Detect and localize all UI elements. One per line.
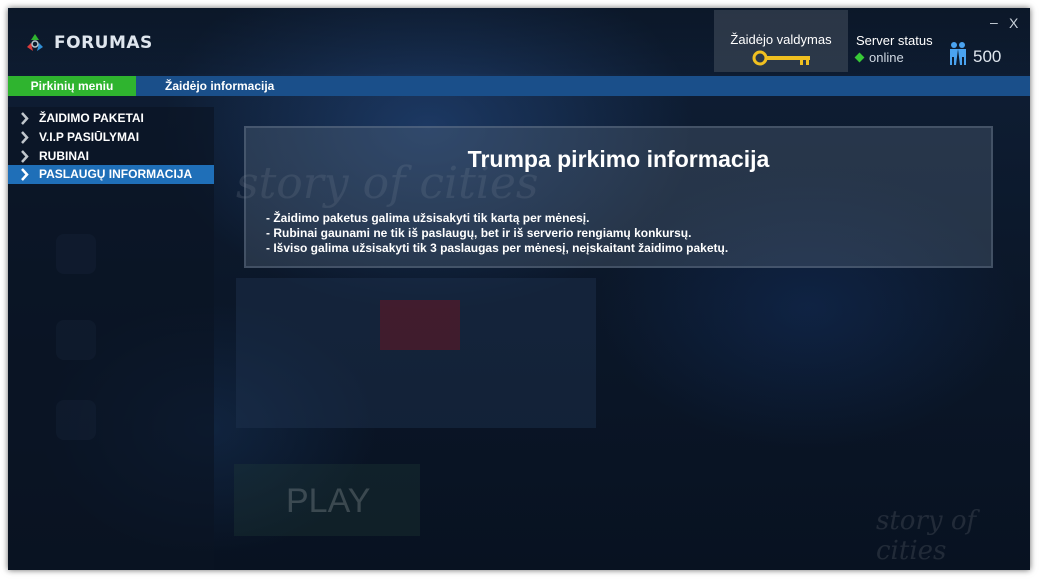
recycle-logo-icon xyxy=(27,34,43,51)
server-status-indicator: online xyxy=(854,50,904,65)
tab-purchase-menu[interactable]: Pirkinių meniu xyxy=(8,76,136,96)
info-line: - Rubinai gaunami ne tik iš paslaugų, be… xyxy=(266,226,692,240)
sidebar-item-label: ŽAIDIMO PAKETAI xyxy=(39,111,144,125)
player-control-label: Žaidėjo valdymas xyxy=(730,32,832,47)
background-play-text-decoration: PLAY xyxy=(286,482,371,520)
players-icon xyxy=(950,42,966,65)
sidebar-item-rubies[interactable]: RUBINAI xyxy=(8,147,214,166)
sidebar-item-label: RUBINAI xyxy=(39,149,89,163)
sidebar-item-game-packages[interactable]: ŽAIDIMO PAKETAI xyxy=(8,109,214,128)
players-count: 500 xyxy=(973,47,1002,66)
sidebar-item-services-info[interactable]: PASLAUGŲ INFORMACIJA xyxy=(8,165,214,184)
launcher-window: story of cities PLAY story of cities FOR… xyxy=(8,8,1030,570)
minimize-button[interactable]: – xyxy=(990,14,998,30)
chevron-right-icon xyxy=(21,131,29,144)
sidebar-item-label: PASLAUGŲ INFORMACIJA xyxy=(39,167,193,181)
info-panel: Trumpa pirkimo informacija - Žaidimo pak… xyxy=(244,126,993,268)
server-status-value: online xyxy=(869,50,904,65)
info-line: - Žaidimo paketus galima užsisakyti tik … xyxy=(266,211,590,225)
chevron-right-icon xyxy=(21,150,29,163)
tab-player-info[interactable]: Žaidėjo informacija xyxy=(165,76,274,96)
key-icon xyxy=(752,50,810,66)
player-control-button[interactable]: Žaidėjo valdymas xyxy=(714,10,848,72)
chevron-right-icon xyxy=(21,168,29,181)
app-logo: FORUMAS xyxy=(24,32,153,54)
status-dot-icon xyxy=(854,52,865,63)
server-status-label: Server status xyxy=(856,33,933,48)
background-footer-logo-decoration: story of cities xyxy=(876,506,977,566)
info-line: - Išviso galima užsisakyti tik 3 paslaug… xyxy=(266,241,729,255)
info-title: Trumpa pirkimo informacija xyxy=(467,146,770,172)
background-play-decoration xyxy=(380,300,460,350)
tab-bar: Pirkinių meniu Žaidėjo informacija xyxy=(8,76,1030,96)
sidebar: ŽAIDIMO PAKETAI V.I.P PASIŪLYMAI RUBINAI… xyxy=(8,107,214,570)
sidebar-item-vip-offers[interactable]: V.I.P PASIŪLYMAI xyxy=(8,128,214,147)
close-button[interactable]: X xyxy=(1009,15,1018,31)
header-bar: FORUMAS Žaidėjo valdymas Server status o… xyxy=(8,8,1030,74)
info-lines: - Žaidimo paketus galima užsisakyti tik … xyxy=(266,211,728,256)
chevron-right-icon xyxy=(21,112,29,125)
app-name: FORUMAS xyxy=(54,33,153,53)
sidebar-item-label: V.I.P PASIŪLYMAI xyxy=(39,130,140,144)
